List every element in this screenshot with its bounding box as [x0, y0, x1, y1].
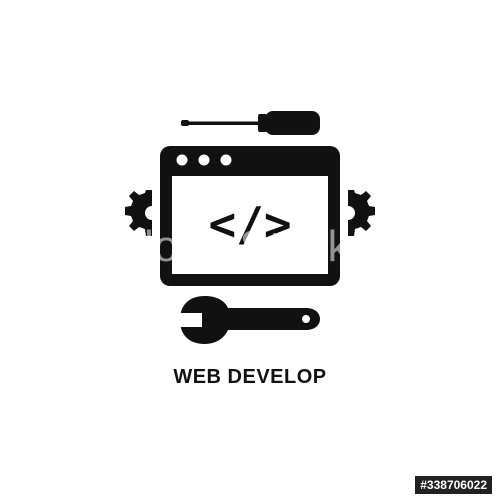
window-dot-icon	[198, 154, 210, 166]
code-symbol: </>	[208, 197, 292, 251]
gear-icon	[341, 190, 375, 236]
caption: WEB DEVELOP	[173, 366, 327, 388]
stock-id: #338706022	[415, 476, 492, 494]
screwdriver-icon	[181, 111, 320, 135]
window-dot-icon	[220, 154, 232, 166]
web-develop-icon-artwork: </> Adobe Stock WEB DEVELOP #338706022	[0, 0, 500, 500]
window-dot-icon	[176, 154, 188, 166]
gear-icon	[125, 190, 159, 236]
wrench-icon	[180, 296, 320, 344]
